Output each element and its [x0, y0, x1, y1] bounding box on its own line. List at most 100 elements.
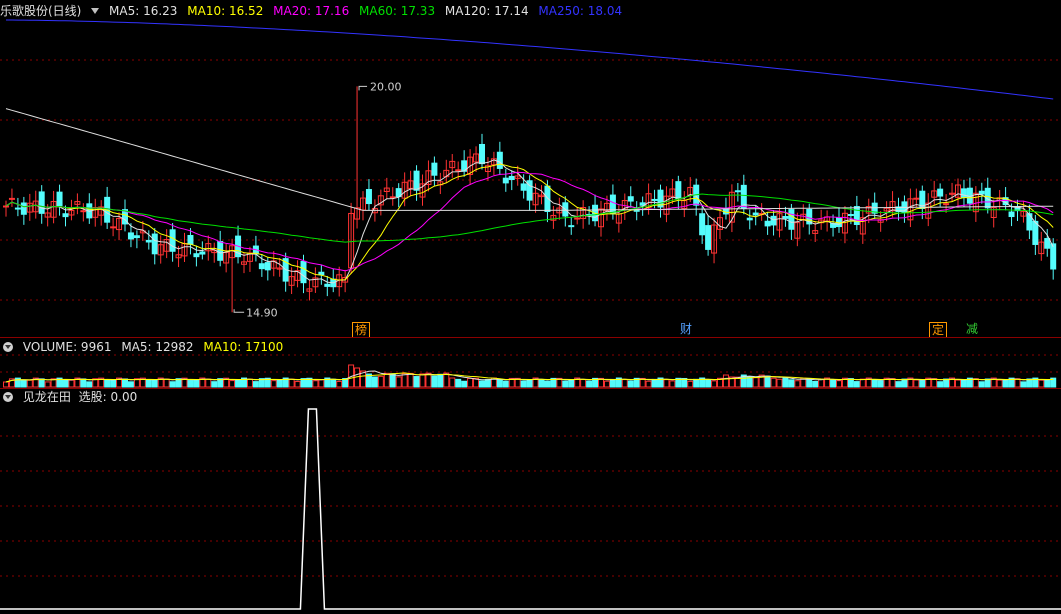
volume-bar: [252, 381, 259, 388]
candle-body: [151, 233, 158, 255]
candle-body: [38, 191, 45, 214]
volume-bar: [544, 380, 551, 388]
volume-bar: [812, 381, 819, 388]
candle-body: [568, 225, 575, 228]
candle-body: [764, 220, 771, 227]
volume-bar: [871, 379, 878, 388]
volume-bar: [38, 378, 45, 388]
volume-bar: [205, 378, 212, 388]
candle-body: [62, 213, 69, 218]
volume-bar: [562, 380, 569, 388]
volume-bar: [401, 373, 408, 388]
event-tag-ding[interactable]: 定: [929, 322, 948, 338]
volume-bar: [276, 379, 283, 388]
volume-bar: [955, 379, 961, 388]
volume-bar: [330, 378, 337, 388]
volume-bar: [127, 381, 134, 388]
volume-bar: [383, 372, 390, 388]
volume-bar: [104, 379, 111, 388]
volume-bar: [919, 380, 926, 388]
event-tag-jian[interactable]: 减: [964, 322, 980, 336]
candle-body: [1044, 238, 1051, 249]
volume-panel: VOLUME: 9961 MA5: 12982 MA10: 17100: [0, 338, 1061, 388]
candle-body: [80, 210, 87, 213]
candle-body: [913, 197, 920, 200]
volume-bar: [86, 381, 93, 388]
volume-bar: [663, 379, 670, 388]
candle-body: [978, 190, 985, 195]
volume-bar: [520, 380, 527, 388]
volume-bar: [443, 372, 450, 388]
volume-bar: [1002, 379, 1009, 388]
volume-bar: [336, 380, 343, 388]
volume-bar: [68, 379, 75, 388]
volume-bar: [318, 379, 325, 388]
volume-chart[interactable]: [0, 338, 1061, 388]
volume-bar: [1038, 379, 1045, 388]
volume-bar: [931, 378, 938, 388]
high-pointer: [358, 85, 368, 91]
event-tag-cai[interactable]: 财: [678, 322, 694, 336]
volume-bar: [413, 376, 420, 388]
volume-bar: [722, 374, 729, 388]
volume-bar: [705, 379, 712, 388]
volume-bar: [782, 377, 789, 388]
price-panel: 乐歌股份(日线) MA5: 16.23 MA10: 16.52 MA20: 17…: [0, 0, 1061, 338]
event-tag-bang[interactable]: 榜: [352, 322, 371, 338]
volume-bar: [877, 380, 884, 388]
candle-body: [937, 188, 944, 197]
volume-bar: [449, 377, 456, 388]
candle-body: [56, 191, 63, 206]
candle-body: [1050, 243, 1057, 270]
volume-bar: [312, 380, 319, 388]
candle-body: [110, 226, 117, 229]
volume-bar: [669, 380, 676, 388]
low-pointer: [233, 309, 245, 313]
candle-body: [705, 225, 712, 250]
volume-bar: [377, 375, 384, 388]
indicator-panel: 见龙在田 选股: 0.00: [0, 389, 1061, 614]
volume-bar: [110, 379, 117, 388]
volume-bar: [806, 378, 813, 388]
volume-bar: [122, 378, 128, 388]
volume-bar: [26, 379, 33, 388]
volume-bar: [235, 379, 242, 388]
volume-bar: [788, 379, 795, 388]
candle-body: [133, 235, 140, 239]
volume-bar: [211, 381, 218, 388]
volume-bar: [169, 381, 176, 388]
volume-bar: [960, 379, 967, 388]
volume-bar: [711, 380, 718, 388]
volume-bar: [62, 379, 69, 388]
candle-body: [609, 194, 616, 215]
volume-bar: [437, 373, 444, 388]
volume-bar: [187, 380, 194, 388]
volume-bar: [1044, 379, 1051, 388]
volume-bar: [609, 378, 616, 388]
volume-bar: [984, 378, 991, 388]
candle-body: [145, 239, 152, 243]
volume-bar: [830, 379, 837, 388]
volume-bar: [151, 379, 158, 388]
candle-body: [324, 283, 331, 287]
volume-bar: [270, 380, 277, 388]
candle-body: [318, 271, 325, 276]
volume-bar: [1020, 381, 1027, 388]
candle-body: [8, 197, 15, 200]
candle-body: [14, 207, 21, 210]
volume-bar: [44, 381, 51, 388]
volume-bar: [913, 379, 920, 388]
candle-body: [3, 205, 9, 208]
volume-bar: [20, 379, 27, 388]
volume-bar: [776, 378, 783, 388]
volume-bar: [395, 376, 402, 388]
candle-body: [752, 212, 759, 216]
volume-bar: [693, 378, 700, 388]
volume-bar: [770, 377, 777, 388]
indicator-chart[interactable]: [0, 389, 1061, 614]
price-chart[interactable]: 20.00 14.90: [0, 0, 1061, 336]
volume-bar: [484, 379, 491, 388]
volume-bar: [818, 378, 825, 388]
candle-body: [847, 214, 854, 217]
volume-bar: [687, 380, 694, 388]
